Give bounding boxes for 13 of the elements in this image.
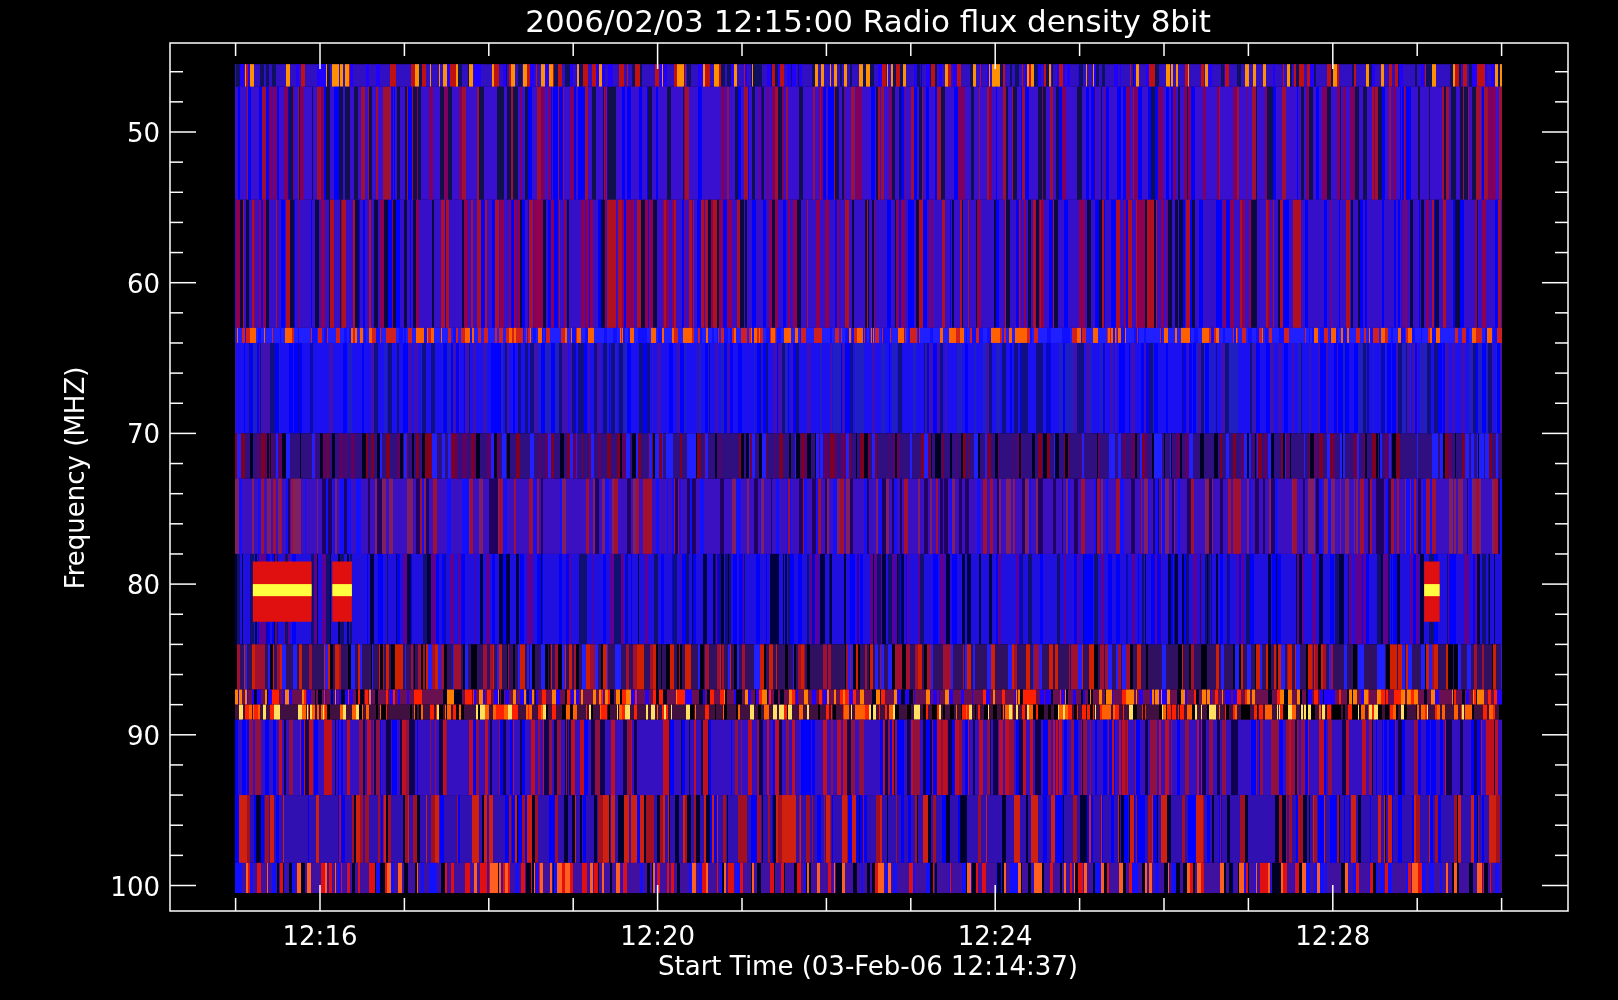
y-tick-label: 50 — [126, 118, 160, 148]
chart-title: 2006/02/03 12:15:00 Radio flux density 8bit — [525, 3, 1211, 39]
y-tick-label: 80 — [126, 570, 160, 601]
y-tick-label: 100 — [110, 871, 160, 902]
x-axis-label: Start Time (03-Feb-06 12:14:37) — [658, 951, 1078, 981]
y-tick-label: 60 — [126, 268, 160, 299]
x-tick-label: 12:28 — [1295, 921, 1371, 951]
y-tick-label: 90 — [126, 720, 160, 751]
y-tick-label: 70 — [126, 419, 160, 450]
y-axis-label: Frequency (MHZ) — [60, 366, 90, 590]
x-tick-label: 12:20 — [620, 921, 696, 951]
x-tick-label: 12:24 — [957, 921, 1033, 951]
x-tick-label: 12:16 — [282, 921, 358, 951]
